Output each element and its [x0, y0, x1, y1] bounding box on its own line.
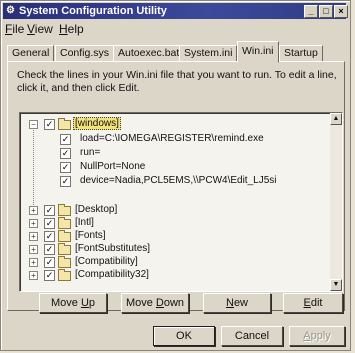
title-bar[interactable]: ⚙ System Configuration Utility _ □ × — [3, 3, 348, 19]
folder-icon — [58, 118, 71, 130]
collapse-toggle[interactable]: − — [29, 120, 38, 129]
folder-icon — [58, 230, 71, 242]
minimize-button[interactable]: _ — [304, 5, 318, 18]
tree-label-intl: [Intl] — [75, 217, 94, 228]
tree-row-fontsubstitutes[interactable]: + ✓ [FontSubstitutes] — [20, 243, 325, 255]
checkbox-windows[interactable]: ✓ — [44, 119, 55, 130]
checkbox-desktop[interactable]: ✓ — [44, 205, 55, 216]
ok-button[interactable]: OK — [153, 326, 215, 346]
tab-startup[interactable]: Startup — [279, 45, 323, 62]
tree-row-device[interactable]: ✓ device=Nadia,PCL5EMS,\\PCW4\Edit_LJ5si — [20, 175, 325, 187]
checkbox-compatibility[interactable]: ✓ — [44, 257, 55, 268]
tree-row-compatibility[interactable]: + ✓ [Compatibility] — [20, 256, 325, 268]
tree-row-compatibility32[interactable]: + ✓ [Compatibility32] — [20, 269, 325, 281]
checkbox-compatibility32[interactable]: ✓ — [44, 270, 55, 281]
tree-row-desktop[interactable]: + ✓ [Desktop] — [20, 204, 325, 216]
tree-label-device: device=Nadia,PCL5EMS,\\PCW4\Edit_LJ5si — [80, 175, 277, 186]
app-icon: ⚙ — [6, 5, 15, 16]
expand-toggle[interactable]: + — [29, 206, 38, 215]
tree-label-desktop: [Desktop] — [75, 204, 118, 215]
tree-row-intl[interactable]: + ✓ [Intl] — [20, 217, 325, 229]
checkbox-nullport[interactable]: ✓ — [60, 162, 71, 173]
checkbox-load[interactable]: ✓ — [60, 134, 71, 145]
expand-toggle[interactable]: + — [29, 219, 38, 228]
cancel-button[interactable]: Cancel — [221, 326, 283, 346]
tab-general[interactable]: General — [7, 45, 55, 62]
menu-help[interactable]: Help — [59, 21, 84, 37]
system-configuration-window: ⚙ System Configuration Utility _ □ × Fil… — [0, 0, 351, 351]
tab-config-sys[interactable]: Config.sys — [55, 45, 115, 62]
checkbox-run[interactable]: ✓ — [60, 148, 71, 159]
tree-label-fontsubstitutes: [FontSubstitutes] — [75, 243, 151, 254]
folder-icon — [58, 269, 71, 281]
close-button[interactable]: × — [334, 5, 348, 18]
menu-view[interactable]: View — [27, 21, 53, 37]
checkbox-fonts[interactable]: ✓ — [44, 231, 55, 242]
win-ini-tree[interactable]: − ✓ [windows] ✓ load=C:\IOMEGA\REGISTER\… — [19, 112, 343, 292]
tree-row-windows[interactable]: − ✓ [windows] — [20, 117, 325, 130]
scroll-up-arrow-icon[interactable]: ▲ — [330, 113, 342, 125]
edit-button[interactable]: Edit — [283, 293, 343, 313]
instructions-text: Check the lines in your Win.ini file tha… — [17, 69, 337, 94]
tree-label-compatibility32: [Compatibility32] — [75, 269, 149, 280]
tree-row-load[interactable]: ✓ load=C:\IOMEGA\REGISTER\remind.exe — [20, 133, 325, 145]
expand-toggle[interactable]: + — [29, 232, 38, 241]
expand-toggle[interactable]: + — [29, 245, 38, 254]
tree-row-run[interactable]: ✓ run= — [20, 147, 325, 159]
tree-row-nullport[interactable]: ✓ NullPort=None — [20, 161, 325, 173]
checkbox-fontsubstitutes[interactable]: ✓ — [44, 244, 55, 255]
tree-label-fonts: [Fonts] — [75, 230, 106, 241]
tab-autoexec-bat[interactable]: Autoexec.bat — [113, 45, 185, 62]
folder-icon — [58, 204, 71, 216]
apply-button[interactable]: Apply — [289, 326, 345, 346]
checkbox-intl[interactable]: ✓ — [44, 218, 55, 229]
tree-label-compatibility: [Compatibility] — [75, 256, 138, 267]
folder-icon — [58, 217, 71, 229]
tab-system-ini[interactable]: System.ini — [179, 45, 238, 62]
window-title: System Configuration Utility — [19, 5, 167, 17]
tree-label-load: load=C:\IOMEGA\REGISTER\remind.exe — [80, 133, 264, 144]
tree-label-windows: [windows] — [73, 117, 121, 130]
expand-toggle[interactable]: + — [29, 258, 38, 267]
tree-label-run: run= — [80, 147, 101, 158]
tab-win-ini[interactable]: Win.ini — [237, 41, 279, 63]
move-up-button[interactable]: Move Up — [39, 293, 107, 313]
new-button[interactable]: New — [203, 293, 271, 313]
maximize-button[interactable]: □ — [319, 5, 333, 18]
scroll-down-arrow-icon[interactable]: ▼ — [330, 279, 342, 291]
expand-toggle[interactable]: + — [29, 271, 38, 280]
tree-row-fonts[interactable]: + ✓ [Fonts] — [20, 230, 325, 242]
folder-icon — [58, 243, 71, 255]
tree-label-nullport: NullPort=None — [80, 161, 146, 172]
vertical-scrollbar[interactable]: ▲ ▼ — [330, 113, 342, 291]
move-down-button[interactable]: Move Down — [121, 293, 189, 313]
checkbox-device[interactable]: ✓ — [60, 176, 71, 187]
folder-icon — [58, 256, 71, 268]
menu-file[interactable]: File — [5, 21, 24, 37]
